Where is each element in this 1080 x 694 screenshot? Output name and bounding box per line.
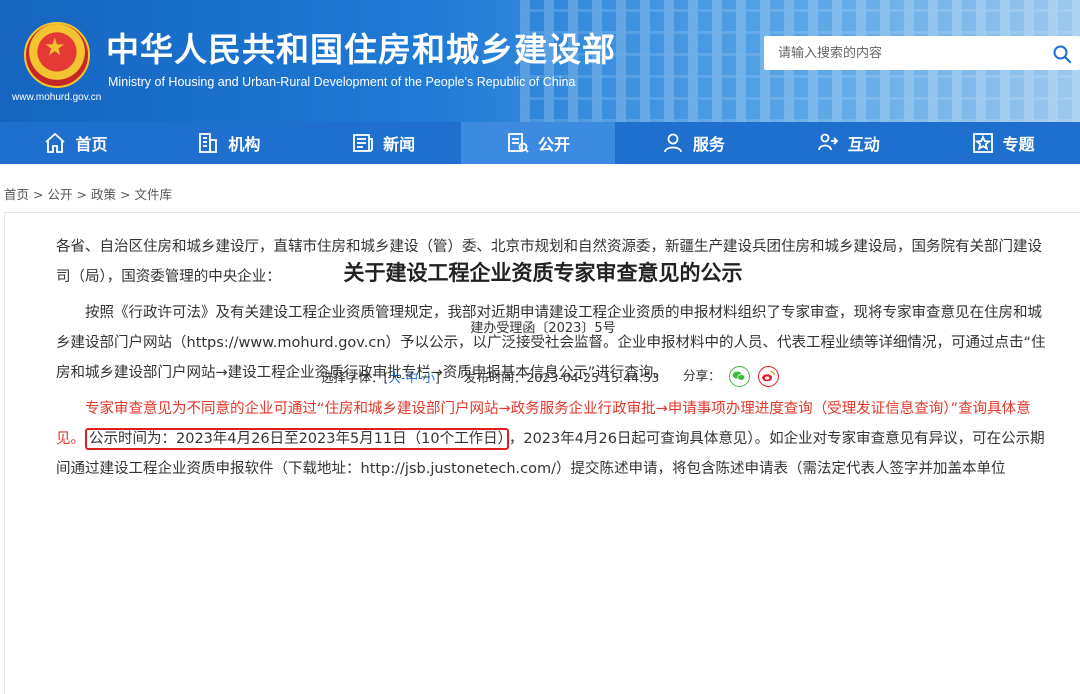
breadcrumb-separator: >: [76, 187, 87, 202]
emblem-star-icon: ★: [44, 33, 66, 61]
paragraph-addressees: 各省、自治区住房和城乡建设厅，直辖市住房和城乡建设（管）委、北京市规划和自然资源…: [56, 239, 1042, 285]
nav-item-organization[interactable]: 机构: [151, 122, 306, 164]
nav-label-service: 服务: [692, 135, 725, 154]
paragraph-notice: 专家审查意见为不同意的企业可通过“住房和城乡建设部门户网站→政务服务企业行政审批…: [56, 394, 1052, 484]
home-icon: [45, 132, 66, 153]
publicity-period-highlight: 公示时间为：2023年4月26日至2023年5月11日（10个工作日）: [85, 428, 509, 450]
nav-item-topic[interactable]: 专题: [925, 122, 1080, 164]
breadcrumb: 首页 > 公开 > 政策 > 文件库: [4, 184, 172, 203]
breadcrumb-disclosure[interactable]: 公开: [48, 187, 73, 202]
main-nav: 首页 机构 新闻 公开 服务 互动 专题: [0, 122, 1080, 164]
interaction-icon: [817, 133, 838, 151]
site-header: ★ www.mohurd.gov.cn 中华人民共和国住房和城乡建设部 Mini…: [0, 0, 1080, 122]
breadcrumb-home[interactable]: 首页: [4, 187, 29, 202]
breadcrumb-separator: >: [33, 187, 44, 202]
nav-label-organization: 机构: [228, 135, 261, 154]
breadcrumb-separator: >: [120, 187, 131, 202]
nav-item-disclosure[interactable]: 公开: [460, 122, 616, 164]
search-box: [764, 36, 1080, 70]
news-icon: [353, 134, 374, 152]
nav-item-interaction[interactable]: 互动: [770, 122, 925, 164]
topic-icon: [972, 133, 993, 153]
nav-item-news[interactable]: 新闻: [306, 122, 461, 164]
nav-label-topic: 专题: [1002, 135, 1035, 154]
site-url: www.mohurd.gov.cn: [12, 92, 102, 103]
nav-item-service[interactable]: 服务: [615, 122, 770, 164]
site-subtitle: Ministry of Housing and Urban-Rural Deve…: [108, 75, 576, 89]
search-input[interactable]: [778, 36, 1038, 70]
nav-item-home[interactable]: 首页: [0, 122, 151, 164]
disclosure-icon: [508, 133, 529, 153]
breadcrumb-library[interactable]: 文件库: [135, 187, 173, 202]
nav-label-interaction: 互动: [847, 135, 880, 154]
building-icon: [199, 133, 218, 153]
nav-label-disclosure: 公开: [538, 135, 571, 154]
article-body: 各省、自治区住房和城乡建设厅，直辖市住房和城乡建设（管）委、北京市规划和自然资源…: [56, 232, 1052, 490]
service-icon: [663, 133, 682, 153]
site-title: 中华人民共和国住房和城乡建设部: [106, 30, 616, 69]
nav-label-news: 新闻: [383, 135, 416, 154]
breadcrumb-policy[interactable]: 政策: [91, 187, 116, 202]
nav-label-home: 首页: [75, 135, 108, 154]
search-icon[interactable]: [1052, 44, 1072, 64]
paragraph-main: 按照《行政许可法》及有关建设工程企业资质管理规定，我部对近期申请建设工程企业资质…: [56, 305, 1046, 381]
